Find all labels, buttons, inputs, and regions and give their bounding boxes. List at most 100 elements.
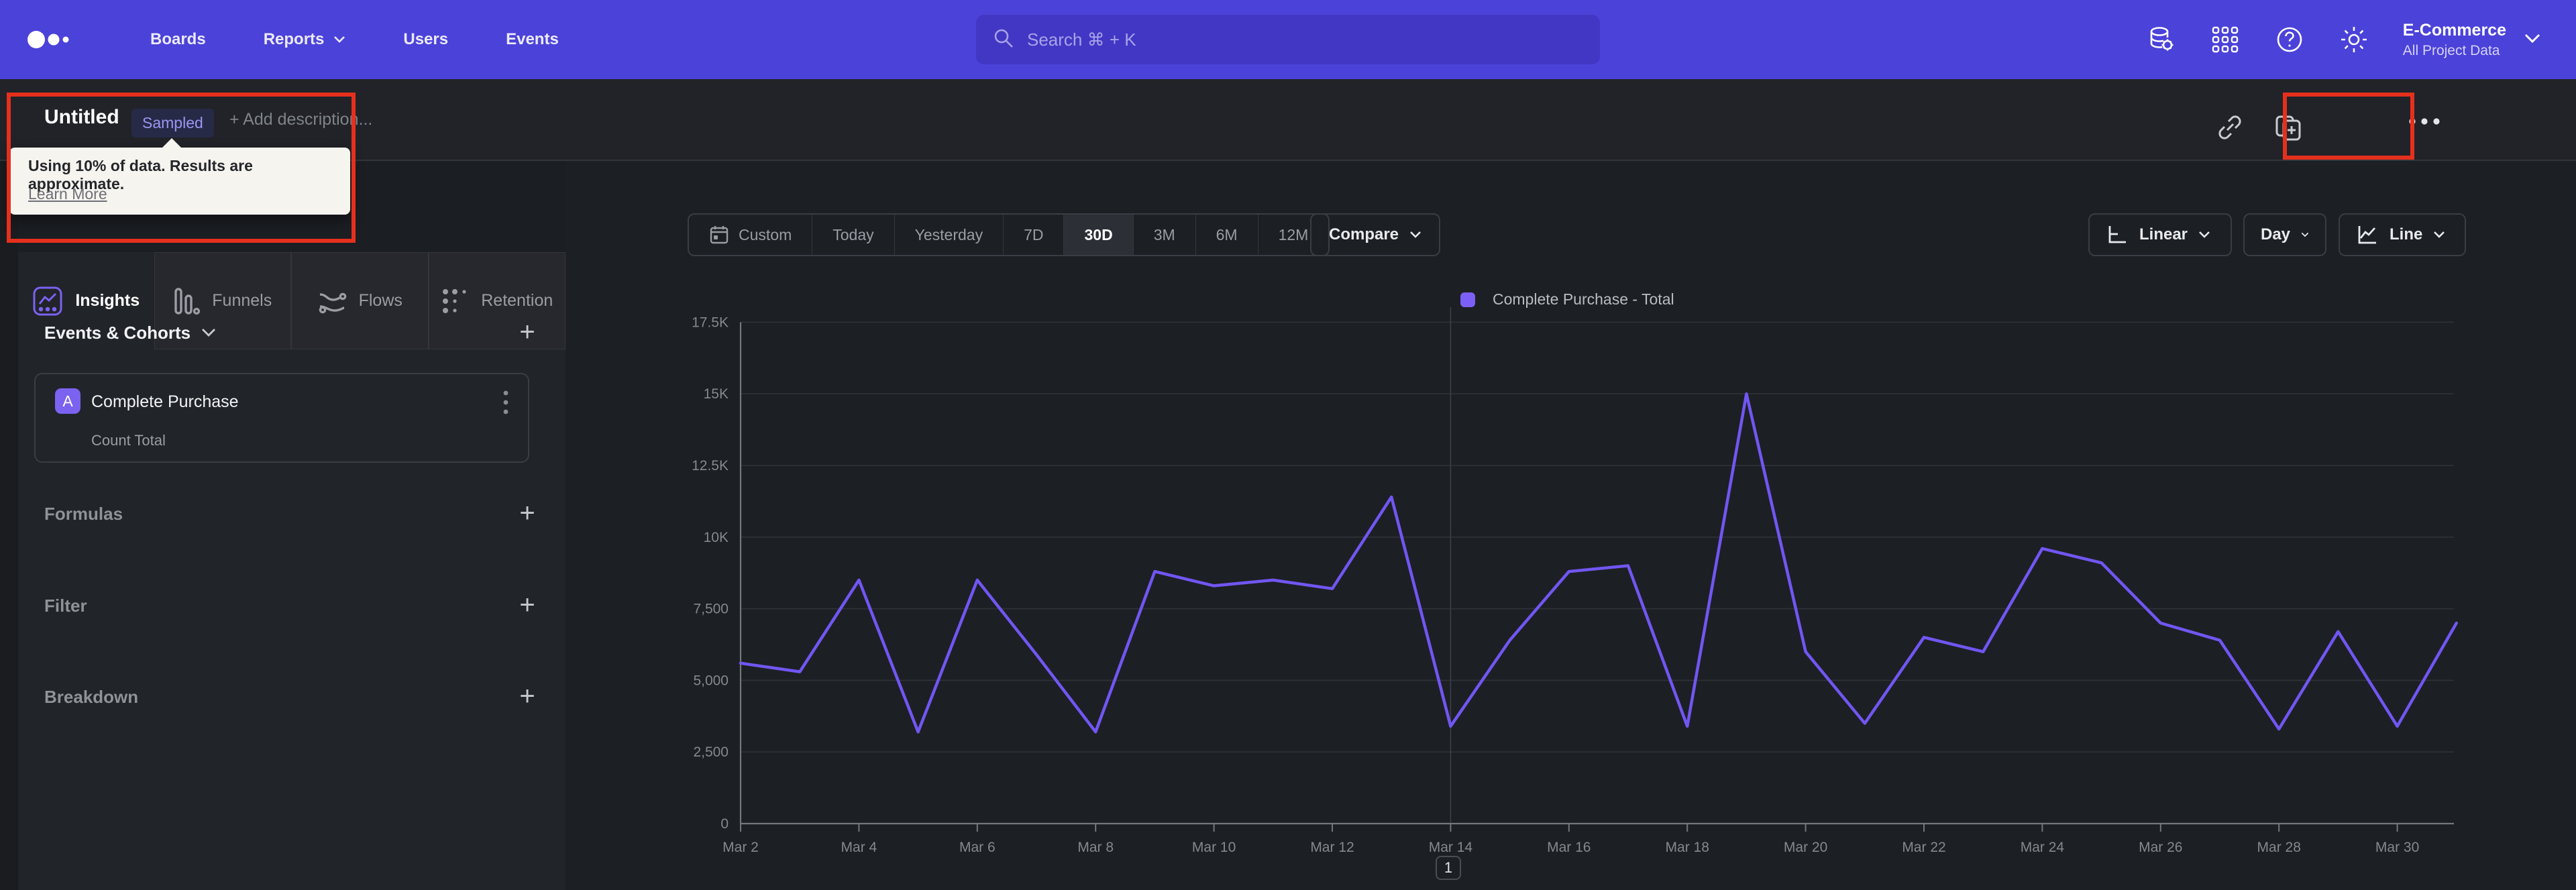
range-label: 30D xyxy=(1084,225,1113,243)
nav-link-users[interactable]: Users xyxy=(403,30,448,49)
settings-gear-icon[interactable] xyxy=(2339,24,2369,55)
y-tick-label: 12.5K xyxy=(692,458,729,474)
nav-link-reports[interactable]: Reports xyxy=(264,30,346,49)
sampled-badge[interactable]: Sampled xyxy=(131,109,214,137)
project-scope: All Project Data xyxy=(2402,42,2500,58)
range-3m[interactable]: 3M xyxy=(1134,215,1196,255)
chevron-down-icon xyxy=(2434,231,2445,238)
top-navbar: Boards Reports Users Events Search ⌘ + K xyxy=(0,0,2576,79)
event-card[interactable]: A Complete Purchase Count Total xyxy=(34,373,529,463)
apps-grid-icon[interactable] xyxy=(2210,24,2241,55)
range-7d[interactable]: 7D xyxy=(1004,215,1065,255)
events-cohorts-title[interactable]: Events & Cohorts xyxy=(44,323,216,343)
tab-label: Retention xyxy=(481,291,553,310)
range-label: 3M xyxy=(1153,225,1175,243)
chevron-down-icon xyxy=(334,36,345,43)
legend-label: Complete Purchase - Total xyxy=(1493,290,1674,308)
range-label: 6M xyxy=(1216,225,1238,243)
calendar-icon xyxy=(710,226,729,244)
nav-link-boards[interactable]: Boards xyxy=(150,30,206,49)
granularity-label: Day xyxy=(2261,225,2291,243)
project-selector[interactable]: E-Commerce All Project Data xyxy=(2403,21,2541,59)
x-tick-label: Mar 16 xyxy=(1547,840,1591,855)
help-icon[interactable] xyxy=(2274,24,2305,55)
x-tick-label: Mar 20 xyxy=(1784,840,1827,855)
pagination-page-1[interactable]: 1 xyxy=(1436,856,1461,880)
search-input[interactable]: Search ⌘ + K xyxy=(976,15,1600,64)
chart-panel: Custom Today Yesterday 7D 30D 3M 6M 12M Compare… xyxy=(566,161,2576,890)
retention-icon xyxy=(443,288,466,313)
range-30d[interactable]: 30D xyxy=(1064,215,1134,255)
event-metric[interactable]: Count Total xyxy=(91,432,166,449)
add-formula-button[interactable]: + xyxy=(514,500,541,527)
range-6m[interactable]: 6M xyxy=(1196,215,1258,255)
scale-dropdown[interactable]: Linear xyxy=(2088,213,2232,256)
search-icon xyxy=(992,27,1015,53)
add-event-button[interactable]: + xyxy=(514,319,541,346)
compare-button[interactable]: Compare xyxy=(1310,213,1441,256)
x-tick-label: Mar 24 xyxy=(2021,840,2065,855)
range-label: Custom xyxy=(739,225,792,243)
query-sidebar: Insights Funnels Flows Retention Events & C… xyxy=(18,161,566,890)
data-management-icon[interactable] xyxy=(2145,24,2176,55)
tab-label: Flows xyxy=(358,291,402,310)
series-complete-purchase-total[interactable] xyxy=(739,392,2459,734)
compare-label: Compare xyxy=(1329,225,1399,243)
y-tick-label: 10K xyxy=(704,530,729,545)
x-tick-label: Mar 2 xyxy=(722,840,759,855)
formulas-row: Formulas + xyxy=(44,500,541,527)
range-custom[interactable]: Custom xyxy=(689,215,813,255)
add-description-button[interactable]: + Add description... xyxy=(229,110,372,129)
x-tick-label: Mar 28 xyxy=(2257,840,2301,855)
learn-more-link[interactable]: Learn More xyxy=(28,185,107,203)
filter-row: Filter + xyxy=(44,592,541,619)
chart-type-label: Line xyxy=(2390,225,2423,243)
scale-label: Linear xyxy=(2139,225,2188,243)
event-letter-badge: A xyxy=(55,388,80,414)
legend-swatch xyxy=(1460,292,1475,307)
breakdown-row: Breakdown + xyxy=(44,683,541,710)
y-tick-label: 15K xyxy=(704,386,729,402)
range-label: 12M xyxy=(1278,225,1309,243)
event-menu-icon[interactable] xyxy=(502,389,509,419)
date-range-group: Custom Today Yesterday 7D 30D 3M 6M 12M xyxy=(688,213,1330,256)
x-tick-label: Mar 6 xyxy=(959,840,996,855)
x-tick-label: Mar 18 xyxy=(1666,840,1709,855)
range-label: Today xyxy=(833,225,874,243)
chart-legend[interactable]: Complete Purchase - Total xyxy=(1460,290,1674,309)
more-options-icon[interactable] xyxy=(2407,117,2440,146)
range-today[interactable]: Today xyxy=(812,215,895,255)
event-name: Complete Purchase xyxy=(91,392,239,411)
y-tick-label: 2,500 xyxy=(693,744,729,760)
add-breakdown-button[interactable]: + xyxy=(514,683,541,710)
granularity-dropdown[interactable]: Day xyxy=(2243,213,2326,256)
mixpanel-logo-icon[interactable] xyxy=(27,26,71,53)
tooltip-caret xyxy=(161,138,182,149)
formulas-label: Formulas xyxy=(44,503,123,524)
sampling-tooltip: Using 10% of data. Results are approxima… xyxy=(9,138,350,215)
line-chart[interactable]: 0 2,500 5,000 7,500 10K 12.5K 15K 17.5K Mar 2 Mar… xyxy=(566,161,2576,890)
chart-type-dropdown[interactable]: Line xyxy=(2339,213,2466,256)
filter-label: Filter xyxy=(44,595,87,616)
nav-link-events[interactable]: Events xyxy=(506,30,559,49)
copy-link-icon[interactable] xyxy=(2215,113,2245,142)
tab-label: Funnels xyxy=(212,291,272,310)
nav-links: Boards Reports Users Events xyxy=(150,30,559,49)
tab-label: Insights xyxy=(75,291,140,310)
funnels-icon xyxy=(174,287,201,315)
chevron-down-icon xyxy=(2301,232,2309,237)
add-filter-button[interactable]: + xyxy=(514,592,541,619)
x-tick-label: Mar 14 xyxy=(1429,840,1473,855)
x-tick-label: Mar 30 xyxy=(2375,840,2419,855)
report-title[interactable]: Untitled xyxy=(44,106,119,129)
line-chart-icon xyxy=(2358,226,2376,244)
chevron-down-icon xyxy=(1410,231,1421,238)
y-tick-label: 17.5K xyxy=(692,315,729,330)
report-header-bar: Untitled Sampled + Add description... xyxy=(0,79,2576,225)
x-tick-label: Mar 8 xyxy=(1077,840,1114,855)
add-to-board-icon[interactable] xyxy=(2273,113,2302,142)
y-tick-label: 0 xyxy=(720,816,729,832)
range-yesterday[interactable]: Yesterday xyxy=(895,215,1004,255)
x-tick-label: Mar 4 xyxy=(841,840,877,855)
x-tick-label: Mar 22 xyxy=(1902,840,1945,855)
